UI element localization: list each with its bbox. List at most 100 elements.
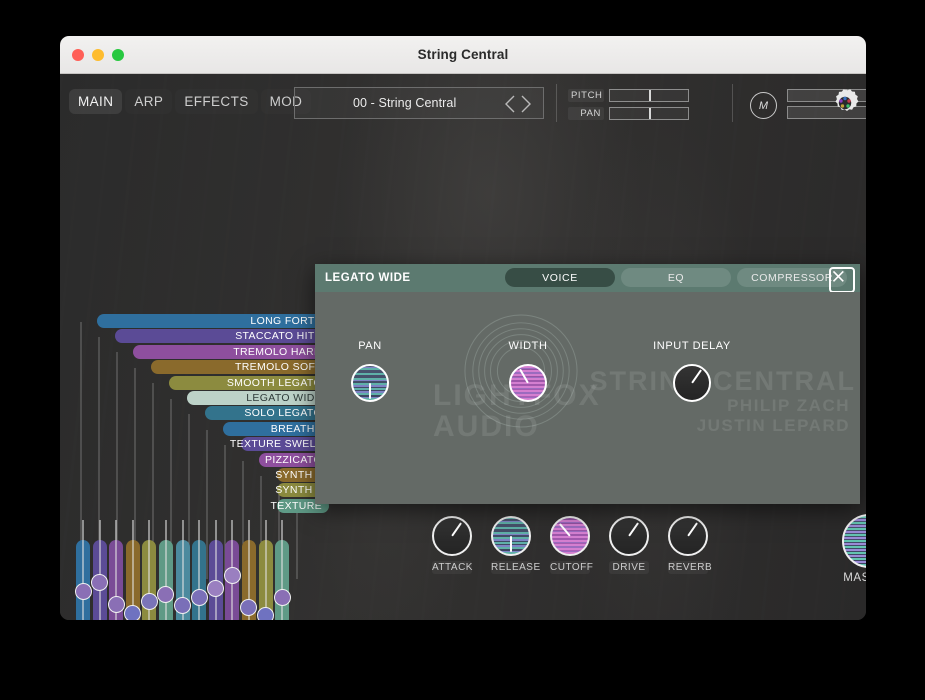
fader-track — [165, 520, 167, 620]
knob-dial[interactable] — [550, 516, 590, 556]
layer-row[interactable]: PIZZICATO — [79, 453, 329, 467]
fader-handle[interactable] — [274, 589, 291, 606]
layer-fader[interactable] — [159, 540, 173, 620]
knob-label: REVERB — [668, 561, 708, 574]
pan-label: PAN — [568, 107, 604, 120]
macro-knob-reverb: REVERB — [668, 516, 708, 574]
layer-pill[interactable]: TREMOLO SOFT — [151, 360, 329, 374]
tab-arp[interactable]: ARP — [125, 89, 172, 114]
layer-label: TREMOLO HARD — [233, 346, 322, 358]
layer-row[interactable]: SOLO LEGATO — [79, 406, 329, 420]
knob-dial[interactable] — [432, 516, 472, 556]
pan-row: PAN — [568, 106, 689, 120]
layer-pill[interactable]: LEGATO WIDE — [187, 391, 329, 405]
layer-fader[interactable] — [93, 540, 107, 620]
layer-row[interactable]: STACCATO HITS — [79, 329, 329, 343]
fader-handle[interactable] — [91, 574, 108, 591]
window-title: String Central — [60, 47, 866, 62]
macro-knob-cutoff: CUTOFF — [550, 516, 590, 574]
zoom-window-button[interactable] — [112, 49, 124, 61]
layer-row[interactable]: TEXTURE — [79, 499, 329, 513]
modal-body: LIGHTFOX AUDIO STRING CENTRAL PHILIP ZAC… — [315, 292, 860, 504]
layer-fader[interactable] — [126, 540, 140, 620]
layer-fader[interactable] — [275, 540, 289, 620]
tab-effects[interactable]: EFFECTS — [175, 89, 257, 114]
fader-handle[interactable] — [224, 567, 241, 584]
layer-fader[interactable] — [259, 540, 273, 620]
fader-handle[interactable] — [174, 597, 191, 614]
master-knob[interactable] — [842, 514, 866, 568]
modal-tab-voice[interactable]: VOICE — [505, 268, 615, 287]
preset-name: 00 - String Central — [353, 96, 456, 110]
preset-nav-arrows[interactable] — [501, 92, 535, 116]
plugin-surface: MAIN ARP EFFECTS MOD 00 - String Central — [60, 74, 866, 620]
minimize-window-button[interactable] — [92, 49, 104, 61]
layer-label: PIZZICATO — [265, 454, 322, 466]
layer-row[interactable]: BREATHY — [79, 422, 329, 436]
layer-pill[interactable]: LONG FORTE — [97, 314, 329, 328]
knob-dial[interactable] — [609, 516, 649, 556]
master-label: MASTER — [841, 572, 866, 584]
layer-row[interactable]: SMOOTH LEGATO — [79, 376, 329, 390]
layer-fader[interactable] — [192, 540, 206, 620]
layer-label: TREMOLO SOFT — [235, 361, 322, 373]
layer-fader[interactable] — [242, 540, 256, 620]
fader-handle[interactable] — [257, 607, 274, 620]
fader-handle[interactable] — [141, 593, 158, 610]
topbar-divider-right — [732, 84, 733, 122]
layer-label: SOLO LEGATO — [244, 407, 322, 419]
modal-header: LEGATO WIDE VOICE EQ COMPRESSOR — [315, 264, 860, 292]
fader-handle[interactable] — [207, 580, 224, 597]
layer-row[interactable]: TEXTURE SWELL — [79, 437, 329, 451]
knob-dial[interactable] — [491, 516, 531, 556]
layer-row[interactable]: LEGATO WIDE — [79, 391, 329, 405]
fader-handle[interactable] — [108, 596, 125, 613]
modal-knob-input-delay: INPUT DELAY — [647, 340, 737, 402]
fader-handle[interactable] — [75, 583, 92, 600]
layer-fader[interactable] — [76, 540, 90, 620]
layer-fader[interactable] — [225, 540, 239, 620]
pan-slider[interactable] — [609, 107, 689, 120]
fader-handle[interactable] — [157, 586, 174, 603]
macro-knob-release: RELEASE — [491, 516, 531, 574]
fader-handle[interactable] — [124, 605, 141, 620]
layer-row[interactable]: LONG FORTE — [79, 314, 329, 328]
layer-fader[interactable] — [142, 540, 156, 620]
layer-pill[interactable]: STACCATO HITS — [115, 329, 329, 343]
pitch-slider[interactable] — [609, 89, 689, 102]
layer-pill[interactable]: BREATHY — [223, 422, 329, 436]
fader-handle[interactable] — [191, 589, 208, 606]
preset-selector[interactable]: 00 - String Central — [294, 87, 544, 119]
layer-row[interactable]: TREMOLO HARD — [79, 345, 329, 359]
window-titlebar: String Central — [60, 36, 866, 74]
traffic-lights — [72, 36, 124, 73]
layer-row[interactable]: SYNTH 2 — [79, 483, 329, 497]
modal-tab-eq[interactable]: EQ — [621, 268, 731, 287]
layer-label: SMOOTH LEGATO — [227, 377, 322, 389]
fader-track — [265, 520, 267, 620]
pitch-label: PITCH — [568, 89, 604, 102]
layer-pill[interactable]: SMOOTH LEGATO — [169, 376, 329, 390]
gear-icon[interactable] — [827, 85, 863, 121]
fader-handle[interactable] — [240, 599, 257, 616]
layer-fader[interactable] — [109, 540, 123, 620]
knob-dial[interactable] — [673, 364, 711, 402]
modal-knob-pan: PAN — [325, 340, 415, 402]
layer-fader[interactable] — [209, 540, 223, 620]
knob-label: RELEASE — [491, 561, 531, 574]
app-window: String Central MAIN ARP EFFECTS MOD 00 -… — [60, 36, 866, 620]
modal-title: LEGATO WIDE — [325, 272, 411, 284]
knob-dial[interactable] — [668, 516, 708, 556]
layer-row[interactable]: TREMOLO SOFT — [79, 360, 329, 374]
layer-pill[interactable]: SOLO LEGATO — [205, 406, 329, 420]
layer-fader[interactable] — [176, 540, 190, 620]
layer-row[interactable]: SYNTH 1 — [79, 468, 329, 482]
knob-dial[interactable] — [351, 364, 389, 402]
midi-learn-button[interactable]: M — [750, 92, 777, 119]
close-icon[interactable] — [829, 267, 855, 293]
knob-dial[interactable] — [509, 364, 547, 402]
modal-knob-label: PAN — [325, 340, 415, 352]
tab-main[interactable]: MAIN — [69, 89, 122, 114]
close-window-button[interactable] — [72, 49, 84, 61]
layer-pill[interactable]: TREMOLO HARD — [133, 345, 329, 359]
